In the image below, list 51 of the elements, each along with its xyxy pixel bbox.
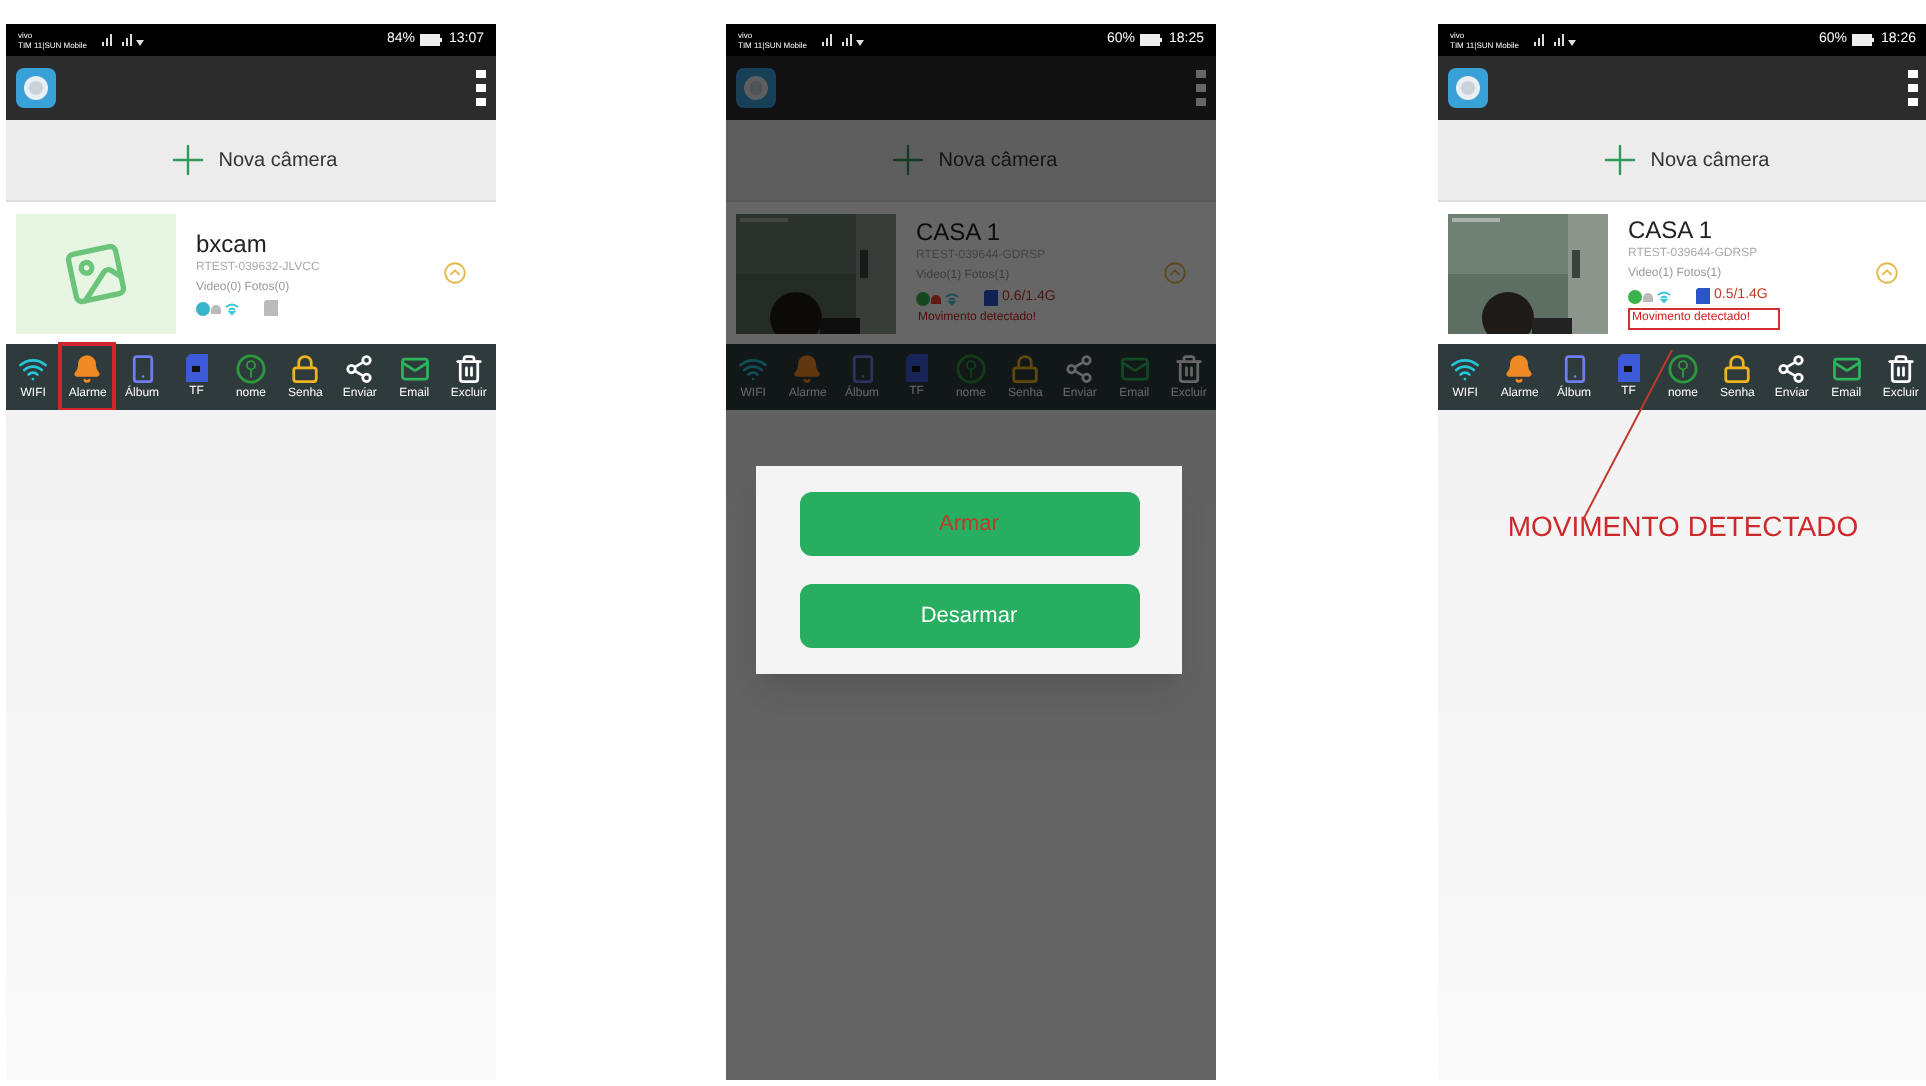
chevron-up-icon[interactable] xyxy=(1876,262,1898,284)
phone-icon xyxy=(127,353,158,383)
signal-icon xyxy=(819,33,864,47)
camera-name: CASA 1 xyxy=(1628,215,1715,244)
camera-name: bxcam xyxy=(196,230,269,258)
phone-icon xyxy=(847,353,878,383)
share-icon xyxy=(1064,353,1095,383)
trash-icon xyxy=(1173,353,1204,383)
mail-icon xyxy=(399,353,430,383)
sd-card-icon xyxy=(984,290,998,306)
share-icon xyxy=(344,353,375,383)
trash-icon xyxy=(1885,353,1916,383)
battery-icon xyxy=(1852,34,1875,46)
person-circle-icon xyxy=(235,353,266,383)
sd-card-icon xyxy=(185,354,208,382)
wifi-icon xyxy=(1450,353,1481,383)
menu-icon[interactable] xyxy=(1908,70,1918,106)
add-camera-button[interactable]: Nova câmera xyxy=(1438,120,1926,200)
wifi-icon xyxy=(738,353,769,383)
annotation-text: MOVIMENTO DETECTADO xyxy=(1507,508,1859,546)
status-icons xyxy=(1628,289,1672,303)
share-icon xyxy=(1776,353,1807,383)
lock-icon xyxy=(290,353,321,383)
chevron-up-icon[interactable] xyxy=(444,262,466,284)
add-camera-button[interactable]: Nova câmera xyxy=(6,120,496,200)
battery-icon xyxy=(420,34,443,46)
bell-icon xyxy=(792,353,823,383)
status-icons xyxy=(916,291,960,305)
sd-card-icon xyxy=(1617,354,1640,382)
signal-icon xyxy=(99,33,144,47)
mail-icon xyxy=(1119,353,1150,383)
mail-icon xyxy=(1831,353,1862,383)
menu-icon[interactable] xyxy=(476,70,486,106)
trash-icon xyxy=(453,353,484,383)
wifi-icon xyxy=(18,353,49,383)
bell-icon xyxy=(1504,353,1535,383)
signal-icon xyxy=(1531,33,1576,47)
phone-icon xyxy=(1559,353,1590,383)
lock-icon xyxy=(1010,353,1041,383)
app-logo-icon[interactable] xyxy=(1448,68,1488,108)
person-circle-icon xyxy=(1667,353,1698,383)
person-circle-icon xyxy=(955,353,986,383)
bell-icon xyxy=(72,353,103,383)
status-icons xyxy=(196,301,240,315)
sd-card-icon xyxy=(264,300,278,316)
camera-name: CASA 1 xyxy=(916,217,1003,246)
lock-icon xyxy=(1722,353,1753,383)
sd-card-icon xyxy=(1696,288,1710,304)
app-logo-icon[interactable] xyxy=(16,68,56,108)
battery-icon xyxy=(1140,34,1163,46)
sd-card-icon xyxy=(905,354,928,382)
